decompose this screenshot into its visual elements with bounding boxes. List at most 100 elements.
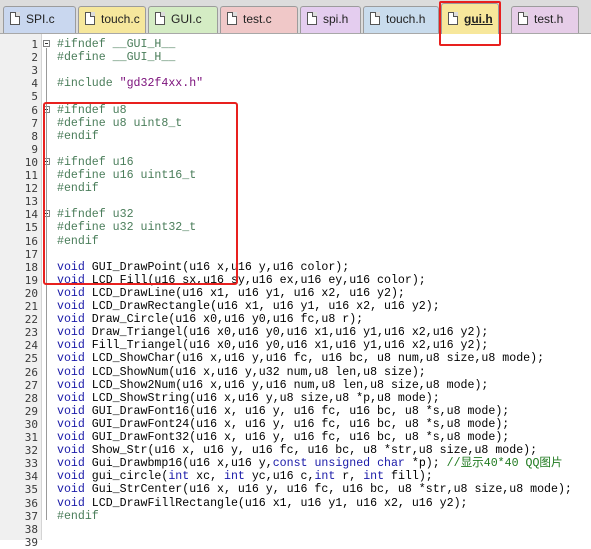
- line-number: 18: [24, 260, 38, 274]
- code-token: GUI_DrawFont16(u16 x, u16 y, u16 fc, u16…: [84, 404, 510, 418]
- line-number: 2: [31, 51, 38, 65]
- file-icon: [227, 12, 237, 25]
- code-token: LCD_ShowString(u16 x,u16 y,u8 size,u8 *p…: [84, 391, 440, 405]
- code-text: void Draw_Triangel(u16 x0,u16 y0,u16 x1,…: [57, 326, 488, 339]
- code-text: void Draw_Circle(u16 x0,u16 y0,u16 fc,u8…: [57, 313, 363, 326]
- code-line: 38: [0, 523, 591, 536]
- line-number: 27: [24, 378, 38, 392]
- code-token: void: [57, 286, 85, 300]
- code-line: 1 #ifndef __GUI_H__: [0, 38, 591, 51]
- tab-spi-c[interactable]: SPI.c: [3, 6, 76, 33]
- line-number: 33: [24, 457, 38, 471]
- code-text: void LCD_DrawRectangle(u16 x1, u16 y1, u…: [57, 300, 440, 313]
- code-line: 30 void GUI_DrawFont24(u16 x, u16 y, u16 …: [0, 418, 591, 431]
- code-token: LCD_DrawFillRectangle(u16 x1, u16 y1, u1…: [84, 496, 468, 510]
- line-number: 12: [24, 182, 38, 196]
- code-token: r,: [335, 470, 364, 484]
- code-token: Draw_Triangel(u16 x0,u16 y0,u16 x1,u16 y…: [84, 326, 489, 340]
- code-token: #include: [57, 77, 120, 91]
- code-text: #endif: [57, 510, 99, 523]
- code-token: #define __GUI_H__: [57, 51, 176, 65]
- tab-label: touch.h: [386, 12, 426, 26]
- tab-test-h[interactable]: test.h: [511, 6, 579, 33]
- code-token: void: [57, 313, 85, 327]
- line-number: 23: [24, 326, 38, 340]
- line-number: 21: [24, 300, 38, 313]
- code-text: void Gui_Drawbmp16(u16 x,u16 y,const uns…: [57, 457, 563, 470]
- code-text: void LCD_DrawLine(u16 x1, u16 y1, u16 x2…: [57, 287, 405, 300]
- line-number: 10: [24, 155, 38, 169]
- code-token: "gd32f4xx.h": [119, 77, 204, 91]
- code-token: void: [57, 365, 85, 379]
- line-number: 28: [24, 391, 38, 405]
- line-number: 1: [31, 38, 38, 51]
- code-line: 3: [0, 64, 591, 77]
- code-text: void Show_Str(u16 x, u16 y, u16 fc, u16 …: [57, 444, 537, 457]
- code-token: LCD_DrawLine(u16 x1, u16 y1, u16 x2, u16…: [84, 286, 405, 300]
- line-number: 14: [24, 208, 38, 222]
- file-icon: [307, 12, 317, 25]
- line-number: 30: [24, 417, 38, 431]
- line-number: 7: [31, 116, 38, 130]
- code-line: 33 void Gui_Drawbmp16(u16 x,u16 y,const u…: [0, 457, 591, 470]
- code-token: Gui_Drawbmp16(u16 x,u16 y,: [84, 457, 273, 471]
- tab-touch-c[interactable]: touch.c: [78, 6, 146, 33]
- code-token: GUI_DrawFont32(u16 x, u16 y, u16 fc, u16…: [84, 431, 510, 444]
- code-editor[interactable]: 1 #ifndef __GUI_H__ 2 #define __GUI_H__ 3 4 #i…: [0, 34, 591, 549]
- code-line: 22 void Draw_Circle(u16 x0,u16 y0,u16 fc,…: [0, 313, 591, 326]
- line-number: 31: [24, 431, 38, 444]
- active-tab-highlight: [439, 1, 501, 46]
- tab-label: test.h: [534, 12, 564, 26]
- code-line: 20 void LCD_DrawLine(u16 x1, u16 y1, u16 …: [0, 287, 591, 300]
- line-number: 11: [24, 169, 38, 182]
- code-token: Gui_StrCenter(u16 x, u16 y, u16 fc, u16 …: [84, 483, 572, 497]
- fold-toggle-icon[interactable]: [43, 40, 50, 47]
- code-token: void: [57, 483, 85, 497]
- code-text: #define __GUI_H__: [57, 51, 175, 64]
- code-token: int: [224, 470, 245, 484]
- code-text: #include "gd32f4xx.h": [57, 77, 203, 90]
- file-icon: [155, 12, 165, 25]
- code-token: LCD_DrawRectangle(u16 x1, u16 y1, u16 x2…: [84, 300, 440, 313]
- line-number: 26: [24, 365, 38, 379]
- line-number: 22: [24, 313, 38, 327]
- line-number: 13: [24, 195, 38, 209]
- file-icon: [370, 12, 380, 25]
- code-text: void LCD_Show2Num(u16 x,u16 y,u16 num,u8…: [57, 379, 488, 392]
- code-line: 36 void LCD_DrawFillRectangle(u16 x1, u16…: [0, 497, 591, 510]
- code-text: void LCD_ShowNum(u16 x,u16 y,u32 num,u8 …: [57, 366, 426, 379]
- code-text: #ifndef __GUI_H__: [57, 38, 175, 51]
- code-line: 29 void GUI_DrawFont16(u16 x, u16 y, u16 …: [0, 405, 591, 418]
- code-line: 4 #include "gd32f4xx.h": [0, 77, 591, 90]
- code-line: 34 void gui_circle(int xc, int yc,u16 c,i…: [0, 470, 591, 483]
- code-token: void: [57, 352, 85, 366]
- line-number: 15: [24, 221, 38, 235]
- line-number: 9: [31, 142, 38, 156]
- code-token: const unsigned char: [272, 457, 405, 471]
- line-number: 6: [31, 103, 38, 117]
- code-token: void: [57, 444, 85, 458]
- line-number: 4: [31, 77, 38, 91]
- code-token: yc,u16 c,: [244, 470, 315, 484]
- tab-gui-c[interactable]: GUI.c: [148, 6, 218, 33]
- tab-test-c[interactable]: test.c: [220, 6, 298, 33]
- code-line: 24 void Fill_Triangel(u16 x0,u16 y0,u16 x…: [0, 339, 591, 352]
- line-number: 25: [24, 352, 38, 366]
- include-block-highlight: [43, 102, 238, 285]
- code-token: LCD_ShowNum(u16 x,u16 y,u32 num,u8 len,u…: [84, 365, 426, 379]
- code-text: void Fill_Triangel(u16 x0,u16 y0,u16 x1,…: [57, 339, 488, 352]
- line-number: 29: [24, 404, 38, 418]
- line-number: 34: [24, 470, 38, 484]
- code-line: 26 void LCD_ShowNum(u16 x,u16 y,u32 num,u…: [0, 366, 591, 379]
- code-line: 2 #define __GUI_H__: [0, 51, 591, 64]
- tab-spi-h[interactable]: spi.h: [300, 6, 361, 33]
- line-number: 32: [24, 444, 38, 458]
- code-line: 25 void LCD_ShowChar(u16 x,u16 y,u16 fc, …: [0, 352, 591, 365]
- tab-touch-h[interactable]: touch.h: [363, 6, 439, 33]
- code-token: void: [57, 417, 85, 431]
- code-token: void: [57, 431, 85, 444]
- code-token: #endif: [57, 509, 99, 523]
- code-token: *p);: [404, 457, 447, 471]
- line-number: 37: [24, 509, 38, 523]
- code-token: LCD_ShowChar(u16 x,u16 y,u16 fc, u16 bc,…: [84, 352, 545, 366]
